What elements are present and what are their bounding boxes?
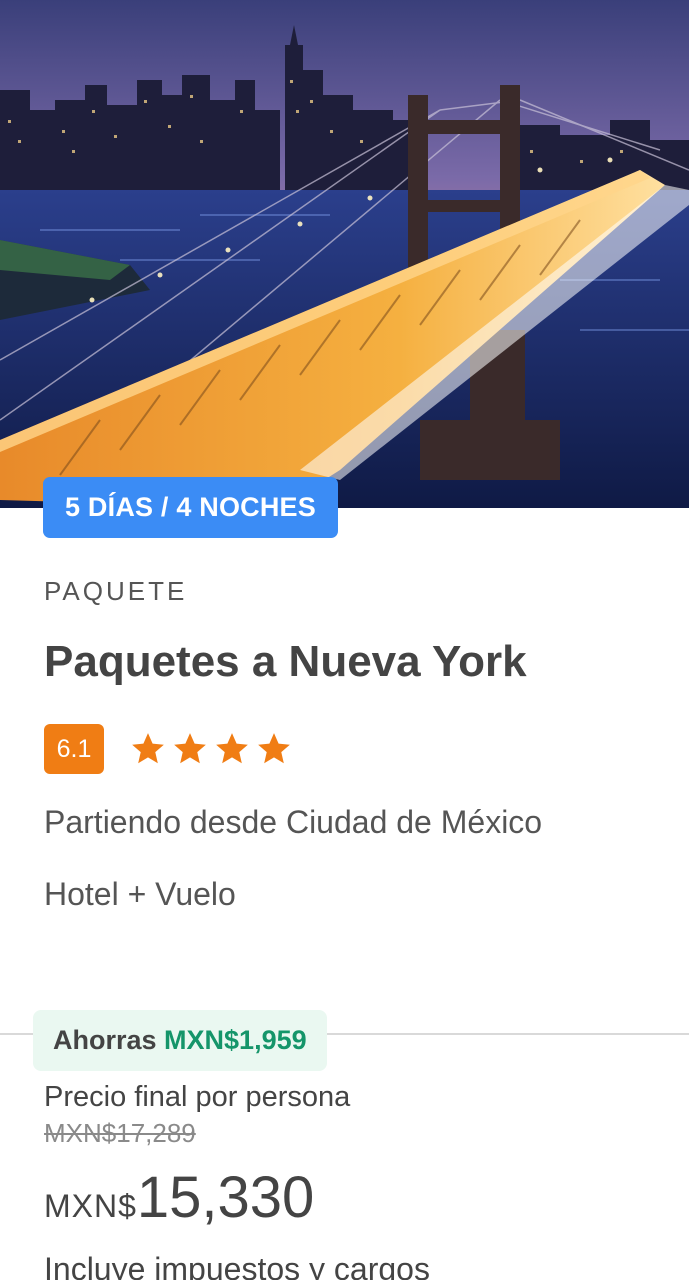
- savings-amount: MXN$1,959: [164, 1025, 307, 1055]
- package-details: PAQUETE Paquetes a Nueva York 6.1 Partie…: [44, 560, 659, 914]
- package-title[interactable]: Paquetes a Nueva York: [44, 634, 659, 690]
- old-price: MXN$17,289: [44, 1118, 196, 1148]
- package-card[interactable]: 5 DÍAS / 4 NOCHES PAQUETE Paquetes a Nue…: [0, 0, 689, 1280]
- duration-badge: 5 DÍAS / 4 NOCHES: [43, 477, 338, 538]
- savings-prefix: Ahorras: [53, 1025, 157, 1055]
- hotel-stars: [128, 730, 294, 768]
- star-icon: [132, 733, 164, 764]
- star-icon: [258, 733, 290, 764]
- star-icon: [174, 733, 206, 764]
- savings-badge: Ahorras MXN$1,959: [33, 1010, 327, 1071]
- tax-note: Incluye impuestos y cargos: [44, 1251, 430, 1280]
- package-category: PAQUETE: [44, 576, 188, 606]
- price-currency: MXN$: [44, 1188, 137, 1224]
- price-label: Precio final por persona: [44, 1081, 351, 1113]
- price-amount: 15,330: [136, 1165, 315, 1230]
- city-bridge-night-photo: [0, 0, 689, 508]
- package-includes: Hotel + Vuelo: [44, 876, 236, 912]
- departure-origin: Partiendo desde Ciudad de México: [44, 804, 543, 840]
- hero-image[interactable]: [0, 0, 689, 508]
- star-icon: [216, 733, 248, 764]
- price-block: Precio final por persona MXN$17,289 MXN$…: [44, 1078, 430, 1280]
- rating-row: 6.1: [44, 724, 659, 774]
- rating-score-badge: 6.1: [44, 724, 104, 774]
- current-price: MXN$15,330: [44, 1168, 430, 1243]
